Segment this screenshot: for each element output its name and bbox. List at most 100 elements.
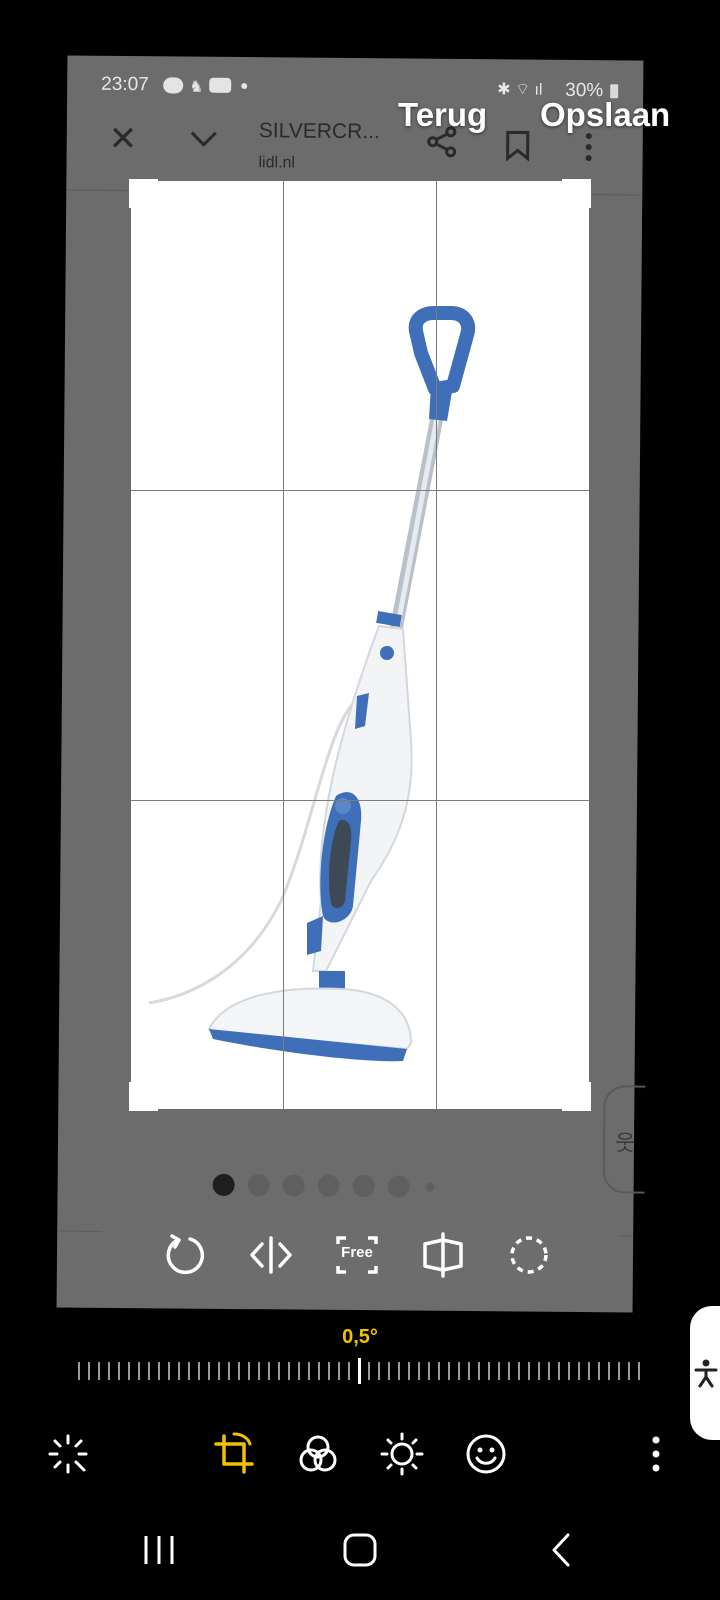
- home-button[interactable]: [342, 1532, 378, 1573]
- ruler-tick: [618, 1362, 620, 1380]
- recents-icon: [144, 1536, 174, 1564]
- crop-toolbar: Free: [96, 1210, 624, 1300]
- crop-handle-top-left[interactable]: [129, 179, 158, 208]
- ruler-tick: [208, 1362, 210, 1380]
- flip-icon: [250, 1236, 292, 1274]
- accessibility-icon: [694, 1359, 718, 1388]
- inner-page-dot: [282, 1174, 305, 1197]
- rotate-icon: [166, 1234, 204, 1275]
- sticker-button[interactable]: [462, 1430, 510, 1478]
- back-nav-button[interactable]: [550, 1532, 572, 1573]
- more-options-button[interactable]: [640, 1430, 688, 1478]
- ruler-tick: [458, 1362, 460, 1380]
- crop-handle-bottom-right[interactable]: [562, 1082, 591, 1111]
- ruler-tick: [258, 1362, 260, 1380]
- ruler-tick: [348, 1362, 350, 1380]
- ruler-tick: [88, 1362, 90, 1380]
- inner-accessibility-tab: 웃: [602, 1085, 646, 1194]
- ruler-tick: [138, 1362, 140, 1380]
- aspect-free-label: Free: [341, 1244, 373, 1261]
- ruler-tick: [148, 1362, 150, 1380]
- ruler-tick: [488, 1362, 490, 1380]
- inner-bookmark-icon: [505, 129, 531, 166]
- accessibility-tab[interactable]: [690, 1306, 720, 1440]
- ruler-tick: [548, 1362, 550, 1380]
- inner-site-domain: lidl.nl: [258, 154, 296, 172]
- inner-notification-icon: ♞: [189, 78, 204, 96]
- ruler-tick: [218, 1362, 220, 1380]
- ruler-tick: [128, 1362, 130, 1380]
- inner-signal-icons: ✱ ⌔ ıl: [497, 81, 543, 99]
- crop-handle-top-right[interactable]: [562, 179, 591, 208]
- inner-close-icon: ✕: [108, 119, 138, 159]
- lasso-button[interactable]: [504, 1230, 554, 1280]
- filters-button[interactable]: [294, 1430, 342, 1478]
- inner-page-dot: [352, 1175, 375, 1198]
- sticker-icon: [466, 1434, 506, 1474]
- recents-button[interactable]: [142, 1532, 176, 1573]
- ruler-tick: [238, 1362, 240, 1380]
- ruler-tick: [78, 1362, 80, 1380]
- ruler-tick: [518, 1362, 520, 1380]
- ruler-tick: [308, 1362, 310, 1380]
- rotate-button[interactable]: [160, 1230, 210, 1280]
- ruler-tick: [198, 1362, 200, 1380]
- ruler-tick: [398, 1362, 400, 1380]
- back-button[interactable]: Terug: [398, 96, 487, 134]
- ruler-tick: [498, 1362, 500, 1380]
- ruler-tick: [638, 1362, 640, 1380]
- crop-grid-line: [436, 181, 437, 1109]
- more-icon: [652, 1436, 660, 1472]
- home-icon: [343, 1533, 377, 1567]
- ruler-tick: [588, 1362, 590, 1380]
- ruler-tick: [158, 1362, 160, 1380]
- auto-adjust-button[interactable]: [44, 1430, 92, 1478]
- ruler-tick: [108, 1362, 110, 1380]
- inner-page-dot-active: [212, 1173, 235, 1197]
- ruler-tick: [598, 1362, 600, 1380]
- ruler-tick: [508, 1362, 510, 1380]
- aspect-free-button[interactable]: Free: [332, 1230, 382, 1280]
- transform-button[interactable]: [210, 1430, 258, 1478]
- ruler-tick: [178, 1362, 180, 1380]
- inner-chevron-down-icon: [189, 129, 219, 154]
- lasso-icon: [510, 1236, 548, 1274]
- ruler-tick: [188, 1362, 190, 1380]
- inner-more-icon: [585, 132, 593, 167]
- ruler-tick: [608, 1362, 610, 1380]
- steam-mop-image: [148, 306, 476, 1062]
- auto-adjust-icon: [48, 1434, 88, 1474]
- ruler-tick: [388, 1362, 390, 1380]
- angle-readout: 0,5°: [342, 1326, 378, 1348]
- ruler-tick: [468, 1362, 470, 1380]
- ruler-tick: [418, 1362, 420, 1380]
- inner-status-time: 23:07: [101, 73, 149, 96]
- perspective-icon: [423, 1232, 463, 1278]
- ruler-tick: [288, 1362, 290, 1380]
- ruler-tick: [628, 1362, 630, 1380]
- crop-handle-bottom-left[interactable]: [129, 1082, 158, 1111]
- ruler-tick: [448, 1362, 450, 1380]
- brightness-button[interactable]: [378, 1430, 426, 1478]
- inner-app-icon: [163, 77, 184, 94]
- ruler-tick: [168, 1362, 170, 1380]
- flip-button[interactable]: [246, 1230, 296, 1280]
- ruler-tick: [118, 1362, 120, 1380]
- ruler-tick: [408, 1362, 410, 1380]
- crop-grid-line: [283, 181, 284, 1109]
- ruler-tick: [228, 1362, 230, 1380]
- perspective-button[interactable]: [418, 1230, 468, 1280]
- ruler-tick: [318, 1362, 320, 1380]
- ruler-tick: [268, 1362, 270, 1380]
- ruler-tick: [478, 1362, 480, 1380]
- filters-icon: [299, 1435, 337, 1472]
- inner-page-dot: [247, 1174, 270, 1197]
- save-button[interactable]: Opslaan: [540, 96, 670, 134]
- brightness-icon: [380, 1432, 424, 1476]
- inner-youtube-icon: [209, 77, 232, 93]
- crop-area[interactable]: [129, 179, 591, 1111]
- ruler-tick: [368, 1362, 370, 1380]
- ruler-tick: [528, 1362, 530, 1380]
- ruler-tick: [98, 1362, 100, 1380]
- angle-ruler[interactable]: [78, 1358, 644, 1386]
